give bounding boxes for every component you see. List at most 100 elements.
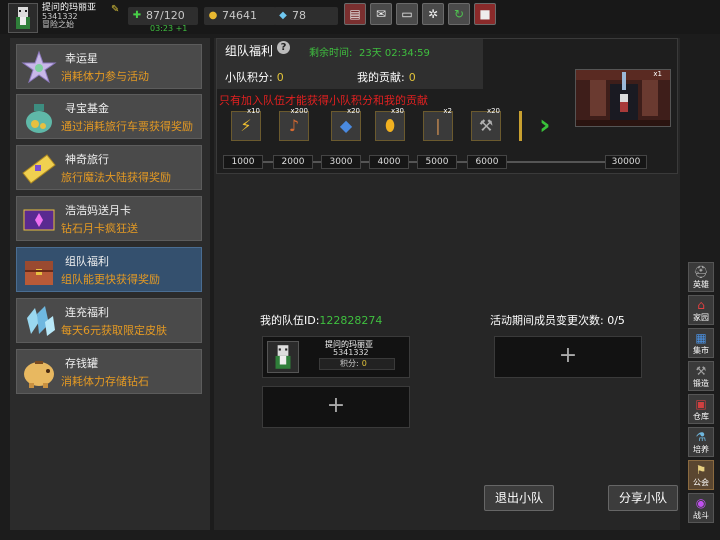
next-arrow-icon[interactable]: › (539, 109, 559, 141)
member-points-value: 0 (361, 359, 367, 368)
money-bag-icon (21, 100, 57, 134)
player-avatar[interactable] (8, 3, 38, 33)
guild-icon: ⚑ (695, 463, 707, 477)
chest-icon (21, 253, 57, 287)
leave-team-button[interactable]: 退出小队 (484, 485, 554, 511)
dock-label: 战斗 (693, 511, 709, 520)
dock-label: 公会 (693, 478, 709, 487)
warehouse-icon: ▣ (695, 397, 707, 411)
member-points-label: 积分: (340, 359, 359, 368)
team-member-card[interactable]: 提问的玛丽亚 5341332 积分: 0 (262, 336, 410, 378)
milestone: 3000 (321, 155, 361, 169)
milestone-track: 1000 2000 3000 4000 5000 6000 30000 (223, 155, 647, 169)
add-member-slot[interactable]: + (494, 336, 642, 378)
team-bonus-panel: 组队福利 ? 剩余时间: 23天 02:34:59 小队积分: 0 我的贡献: 0 … (214, 38, 680, 530)
stamina-display: ✚ 87/120 (128, 7, 198, 25)
refresh-button[interactable]: ↻ (448, 3, 470, 25)
edit-name-icon[interactable]: ✎ (111, 4, 119, 15)
reward-slot[interactable]: ❘ x2 (423, 107, 453, 141)
menu-item-treasure-fund[interactable]: 寻宝基金 通过消耗旅行车票获得奖励 (16, 94, 202, 139)
dock-warehouse[interactable]: ▣ 仓库 (688, 394, 714, 424)
gamepad-button[interactable]: ▭ (396, 3, 418, 25)
dock-label: 英雄 (693, 280, 709, 289)
help-icon[interactable]: ? (277, 41, 290, 54)
gift-icon: ■ (479, 7, 491, 21)
card-icon (21, 202, 57, 236)
gem-icon: ◆ (339, 116, 353, 135)
milestone: 5000 (417, 155, 457, 169)
stamina-icon: ✚ (132, 10, 142, 21)
menu-item-piggy-bank[interactable]: 存钱罐 消耗体力存储钻石 (16, 349, 202, 394)
scroll-icon: ❘ (431, 116, 445, 135)
menu-item-subtitle: 每天6元获取限定皮肤 (61, 324, 167, 337)
reward-qty: x10 (246, 107, 260, 115)
menu-item-recharge-bonus[interactable]: 连充福利 每天6元获取限定皮肤 (16, 298, 202, 343)
dock-label: 集市 (693, 346, 709, 355)
panel-title: 组队福利 (225, 44, 274, 58)
reward-slot[interactable]: ◆ x20 (331, 107, 361, 141)
team-id-value: 122828274 (319, 314, 383, 327)
diamond-icon: ◆ (279, 10, 287, 21)
team-points-label: 小队积分: (225, 71, 273, 84)
team-id-label: 我的队伍ID: (260, 314, 320, 327)
dock-forge[interactable]: ⚒ 锻造 (688, 361, 714, 391)
menu-item-monthly-card[interactable]: 浩浩妈送月卡 钻石月卡疯狂送 (16, 196, 202, 241)
member-change-count: 活动期间成员变更次数: 0/5 (490, 312, 625, 328)
menu-item-magic-travel[interactable]: 神奇旅行 旅行魔法大陆获得奖励 (16, 145, 202, 190)
dock-cultivate[interactable]: ⚗ 培养 (688, 427, 714, 457)
market-icon: ▦ (695, 331, 707, 345)
reward-slot[interactable]: ⬮ x30 (375, 107, 405, 141)
player-title: 冒险之始 (42, 20, 74, 29)
gamepad-icon: ▭ (401, 7, 413, 21)
shop-button[interactable]: ▤ (344, 3, 366, 25)
piggy-bank-icon (21, 355, 57, 389)
reward-slot[interactable]: ⚒ x20 (471, 107, 501, 141)
menu-item-title: 寻宝基金 (65, 102, 109, 115)
menu-item-title: 神奇旅行 (65, 153, 109, 166)
dock-label: 仓库 (693, 412, 709, 421)
mail-button[interactable]: ✉ (370, 3, 392, 25)
member-change-value: 0/5 (607, 314, 625, 327)
dungeon-scene-icon (576, 70, 670, 126)
gold-coin-icon: ● (208, 10, 218, 21)
stamina-value: 87/120 (146, 9, 185, 22)
share-team-button[interactable]: 分享小队 (608, 485, 678, 511)
dock-label: 锻造 (693, 379, 709, 388)
dock-home[interactable]: ⌂ 家园 (688, 295, 714, 325)
reward-slot[interactable]: ♪ x200 (279, 107, 309, 141)
remaining-time-label: 剩余时间: (309, 48, 353, 59)
dock-battle[interactable]: ◉ 战斗 (688, 493, 714, 523)
menu-item-team-bonus[interactable]: 组队福利 组队能更快获得奖励 (16, 247, 202, 292)
ticket-icon (21, 151, 57, 185)
reward-preview[interactable]: x1 (575, 69, 671, 127)
gift-button[interactable]: ■ (474, 3, 496, 25)
dock-market[interactable]: ▦ 集市 (688, 328, 714, 358)
menu-item-subtitle: 消耗体力存储钻石 (61, 375, 149, 388)
menu-item-title: 幸运星 (65, 52, 98, 65)
menu-item-lucky-star[interactable]: 幸运星 消耗体力参与活动 (16, 44, 202, 89)
reward-qty: x2 (443, 107, 452, 115)
anvil-icon: ⚒ (695, 364, 707, 378)
add-member-slot[interactable]: + (262, 386, 410, 428)
member-id: 5341332 (333, 348, 369, 357)
preview-qty: x1 (653, 70, 662, 78)
settings-icon: ✲ (427, 7, 439, 21)
gold-display: ● 74641 (204, 7, 276, 25)
settings-button[interactable]: ✲ (422, 3, 444, 25)
stamina-regen: 03:23 +1 (150, 24, 188, 33)
my-contribution-value: 0 (408, 71, 416, 84)
menu-item-subtitle: 旅行魔法大陆获得奖励 (61, 171, 171, 184)
dock-label: 家园 (693, 313, 709, 322)
dock-guild[interactable]: ⚑ 公会 (688, 460, 714, 490)
member-avatar (267, 341, 299, 373)
reward-slot[interactable]: ⚡ x10 (231, 107, 261, 141)
menu-item-subtitle: 通过消耗旅行车票获得奖励 (61, 120, 193, 133)
dock-hero[interactable]: ⛑ 英雄 (688, 262, 714, 292)
menu-item-title: 浩浩妈送月卡 (65, 204, 131, 217)
milestone: 6000 (467, 155, 507, 169)
reward-qty: x30 (390, 107, 404, 115)
egg-icon: ⬮ (384, 116, 396, 135)
reward-section: 组队福利 ? 剩余时间: 23天 02:34:59 小队积分: 0 我的贡献: 0 … (216, 38, 678, 174)
menu-item-subtitle: 消耗体力参与活动 (61, 70, 149, 83)
gold-value: 74641 (222, 9, 257, 22)
